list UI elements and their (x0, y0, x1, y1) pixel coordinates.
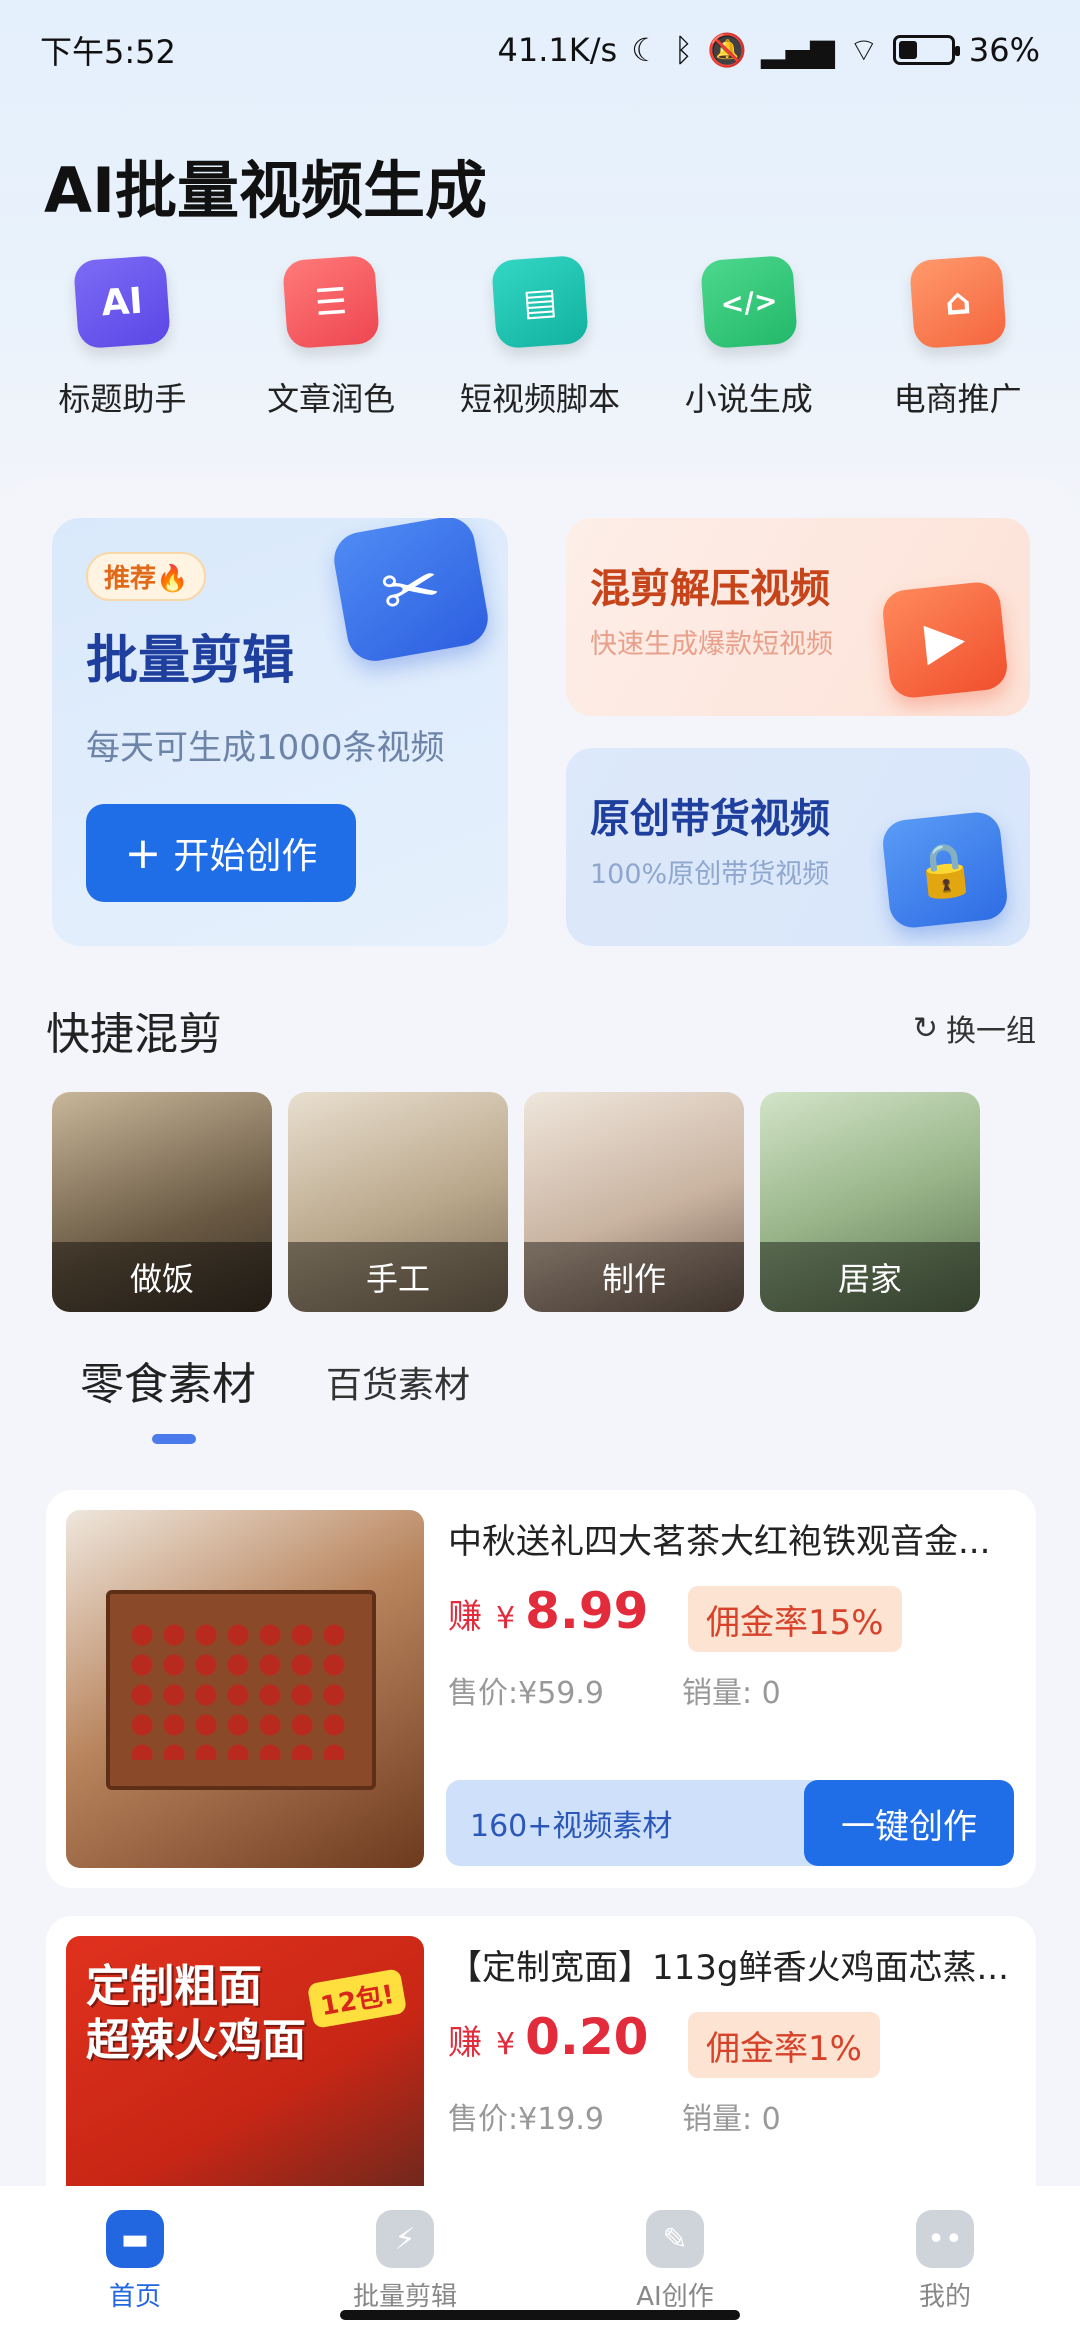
code-icon: </> (699, 254, 798, 350)
battery-fill (898, 41, 917, 59)
refresh-icon: ↻ (912, 1010, 938, 1046)
home-indicator (340, 2310, 740, 2320)
ai-icon: AI (73, 254, 172, 350)
nav-label: 批量剪辑 (352, 2282, 457, 2312)
currency-symbol: ¥ (496, 2027, 516, 2062)
scissors-icon: ✂ (329, 518, 493, 666)
batch-edit-subtitle: 每天可生成1000条视频 (86, 728, 445, 768)
earn-label: 赚 (448, 2023, 482, 2063)
tool-label: 标题助手 (58, 380, 187, 418)
product-price: 售价:¥59.9 (448, 1676, 604, 1711)
commission-badge: 佣金率1% (688, 2012, 880, 2078)
product-name: 中秋送礼四大茗茶大红袍铁观音金... (448, 1522, 991, 1562)
original-sales-video-card[interactable]: 原创带货视频 100%原创带货视频 🔒 (566, 748, 1030, 946)
battery-icon (892, 35, 960, 65)
lock-bag-icon: 🔒 (880, 810, 1010, 930)
mix-relax-video-card[interactable]: 混剪解压视频 快速生成爆款短视频 ▶ (566, 518, 1030, 716)
video-play-icon: ▶ (880, 580, 1010, 700)
nav-ai-create[interactable]: ✎ AI创作 (575, 2210, 775, 2340)
refresh-button[interactable]: ↻ 换一组 (913, 1006, 1036, 1050)
product-sales: 销量: 0 (682, 2102, 781, 2137)
quick-mix-label: 手工 (365, 1260, 430, 1298)
product-card[interactable]: 中秋送礼四大茗茶大红袍铁观音金... 赚 ¥ 8.99 佣金率15% 售价:¥5… (46, 1490, 1036, 1888)
commission-badge: 佣金率15% (688, 1586, 902, 1652)
bluetooth-icon: ᛒ (673, 31, 694, 69)
shopping-bag-icon: ⌂ (908, 254, 1007, 350)
network-speed: 41.1K/s (497, 31, 618, 69)
nav-home[interactable]: ▬ 首页 (35, 2210, 235, 2340)
page-title: AI批量视频生成 (44, 154, 488, 227)
tool-label: 短视频脚本 (459, 380, 620, 418)
card-title: 原创带货视频 (590, 796, 830, 842)
earn-value: 0.20 (525, 2008, 649, 2066)
card-subtitle: 快速生成爆款短视频 (590, 629, 833, 660)
document-icon: ☰ (282, 254, 381, 350)
battery-percent: 36% (968, 31, 1040, 69)
nav-label: 我的 (918, 2282, 971, 2312)
earn-value: 8.99 (525, 1582, 649, 1640)
status-bar: 下午5:52 41.1K/s ☾ ᛒ 🔕 ▂▄▆ ⌔ 36% (0, 0, 1080, 100)
product-name: 【定制宽面】113g鲜香火鸡面芯蒸... (448, 1948, 1009, 1988)
plus-icon: + (124, 827, 162, 879)
recommend-badge: 推荐🔥 (86, 552, 207, 601)
nav-batch-edit[interactable]: ⚡ 批量剪辑 (305, 2210, 505, 2340)
tool-ecommerce-promo[interactable]: ⌂ 电商推广 (860, 254, 1056, 420)
batch-edit-title: 批量剪辑 (86, 631, 295, 691)
material-tabs: 零食素材 百货素材 (80, 1348, 470, 1412)
tool-label: 文章润色 (267, 380, 396, 418)
tool-novel-generation[interactable]: </> 小说生成 (651, 254, 847, 420)
batch-edit-card[interactable]: ✂ 推荐🔥 批量剪辑 每天可生成1000条视频 + 开始创作 (52, 518, 508, 946)
tab-goods-material[interactable]: 百货素材 (326, 1356, 470, 1412)
tool-label: 电商推广 (893, 380, 1022, 418)
signal-icon: ▂▄▆ (760, 31, 835, 69)
card-subtitle: 100%原创带货视频 (590, 859, 830, 890)
quick-mix-row: 做饭 手工 制作 居家 (52, 1092, 980, 1312)
tab-indicator (152, 1434, 196, 1444)
quick-mix-label: 做饭 (129, 1260, 194, 1298)
profile-icon: •• (916, 2210, 974, 2268)
tool-title-assistant[interactable]: AI 标题助手 (24, 254, 220, 420)
tool-short-video-script[interactable]: ▤ 短视频脚本 (442, 254, 638, 420)
product-image-badge: 12包! (306, 1968, 408, 2029)
earn-label: 赚 (448, 1597, 482, 1637)
product-sales: 销量: 0 (682, 1676, 781, 1711)
home-icon: ▬ (106, 2210, 164, 2268)
card-title: 混剪解压视频 (590, 566, 830, 612)
moon-icon: ☾ (631, 31, 660, 69)
quick-mix-item-cooking[interactable]: 做饭 (52, 1092, 272, 1312)
quick-mix-item-handcraft[interactable]: 手工 (288, 1092, 508, 1312)
quick-mix-item-making[interactable]: 制作 (524, 1092, 744, 1312)
quick-mix-label: 制作 (601, 1260, 666, 1298)
nav-label: AI创作 (636, 2282, 714, 2312)
tool-article-polish[interactable]: ☰ 文章润色 (233, 254, 429, 420)
quick-mix-title: 快捷混剪 (46, 1009, 222, 1060)
tab-snack-material[interactable]: 零食素材 (80, 1348, 256, 1412)
product-price: 售价:¥19.9 (448, 2102, 604, 2137)
status-time: 下午5:52 (40, 33, 176, 71)
earn-amount: 赚 ¥ 8.99 (448, 1582, 648, 1640)
status-icons: 41.1K/s ☾ ᛒ 🔕 ▂▄▆ ⌔ 36% (498, 30, 1040, 70)
create-bar: 160+视频素材 一键创作 (446, 1780, 1014, 1866)
tea-cans-graphic (126, 1620, 356, 1760)
material-count: 160+视频素材 (470, 1809, 673, 1844)
start-create-label: 开始创作 (173, 836, 318, 877)
wifi-icon: ⌔ (848, 31, 879, 69)
refresh-label: 换一组 (946, 1014, 1036, 1049)
nav-profile[interactable]: •• 我的 (845, 2210, 1045, 2340)
nav-label: 首页 (108, 2282, 161, 2312)
tool-label: 小说生成 (684, 380, 813, 418)
tools-row: AI 标题助手 ☰ 文章润色 ▤ 短视频脚本 </> 小说生成 ⌂ 电商推广 (0, 254, 1080, 420)
start-create-button[interactable]: + 开始创作 (86, 804, 356, 902)
clapper-icon: ▤ (491, 254, 589, 350)
one-click-create-button[interactable]: 一键创作 (804, 1780, 1014, 1866)
product-image-text: 定制粗面 超辣火鸡面 (86, 1961, 306, 2066)
batch-edit-icon: ⚡ (376, 2210, 434, 2268)
currency-symbol: ¥ (496, 1601, 516, 1636)
ai-create-icon: ✎ (646, 2210, 704, 2268)
product-image (66, 1510, 424, 1868)
quick-mix-item-home[interactable]: 居家 (760, 1092, 980, 1312)
bell-mute-icon: 🔕 (707, 31, 747, 69)
quick-mix-label: 居家 (837, 1260, 902, 1298)
earn-amount: 赚 ¥ 0.20 (448, 2008, 648, 2066)
